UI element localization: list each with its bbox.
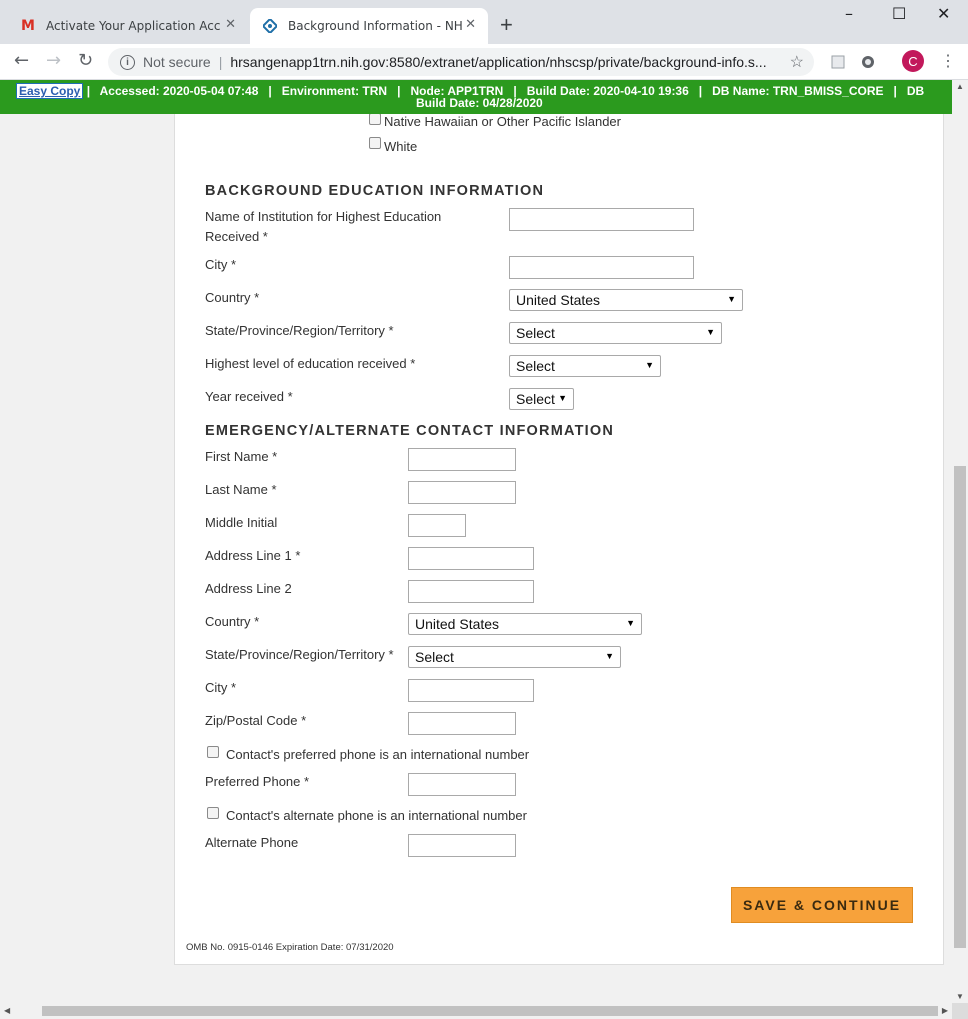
edu-year-label: Year received * xyxy=(205,389,293,404)
scroll-thumb[interactable] xyxy=(954,466,966,948)
edu-city-label: City * xyxy=(205,257,237,272)
contact-state-label: State/Province/Region/Territory * xyxy=(205,647,394,662)
emergency-heading: EMERGENCY/ALTERNATE CONTACT INFORMATION xyxy=(205,423,615,439)
edu-level-label: Highest level of education received * xyxy=(205,356,416,371)
middle-initial-input[interactable] xyxy=(408,514,466,537)
institution-input[interactable] xyxy=(509,208,694,231)
select-value: Select xyxy=(516,391,555,407)
easy-copy-link[interactable]: Easy Copy xyxy=(16,83,84,99)
dropdown-arrow-icon: ▼ xyxy=(605,651,614,661)
intl-preferred-label: Contact's preferred phone is an internat… xyxy=(226,747,530,762)
minimize-icon[interactable]: – xyxy=(845,4,853,23)
institution-label-cont: Received * xyxy=(205,229,268,244)
maximize-icon[interactable]: ☐ xyxy=(892,4,906,23)
scroll-up-icon[interactable]: ▲ xyxy=(956,82,964,91)
tab-background-info[interactable]: Background Information - NHSC ✕ xyxy=(250,8,488,44)
environment-bar: Easy Copy | Accessed: 2020-05-04 07:48 |… xyxy=(0,80,952,114)
bookmark-star-icon[interactable]: ☆ xyxy=(790,52,804,72)
institution-label: Name of Institution for Highest Educatio… xyxy=(205,209,442,224)
divider: | xyxy=(218,54,223,70)
race-option-label: White xyxy=(384,139,418,154)
select-value: United States xyxy=(415,616,500,632)
race-option-label: Native Hawaiian or Other Pacific Islande… xyxy=(384,114,621,129)
back-icon[interactable]: ← xyxy=(14,50,29,71)
zip-label: Zip/Postal Code * xyxy=(205,713,307,728)
dropdown-arrow-icon: ▼ xyxy=(626,618,635,628)
tab-title: Background Information - NHSC xyxy=(288,19,463,33)
race-checkbox-pacific-islander[interactable] xyxy=(369,113,381,125)
close-tab-icon[interactable]: ✕ xyxy=(225,17,236,32)
dropdown-arrow-icon: ▼ xyxy=(558,393,567,403)
address1-label: Address Line 1 * xyxy=(205,548,301,563)
contact-country-select[interactable]: United States ▼ xyxy=(408,613,642,635)
middle-initial-label: Middle Initial xyxy=(205,515,278,530)
edu-country-select[interactable]: United States ▼ xyxy=(509,289,743,311)
alternate-phone-input[interactable] xyxy=(408,834,516,857)
select-value: Select xyxy=(516,325,555,341)
contact-state-select[interactable]: Select ▼ xyxy=(408,646,621,668)
new-tab-icon[interactable]: + xyxy=(500,14,513,36)
preferred-phone-label: Preferred Phone * xyxy=(205,774,310,789)
edu-country-label: Country * xyxy=(205,290,260,305)
last-name-label: Last Name * xyxy=(205,482,277,497)
intl-alternate-checkbox[interactable] xyxy=(207,807,219,819)
address-bar[interactable]: i Not secure | hrsangenapp1trn.nih.gov:8… xyxy=(108,48,814,76)
security-label: Not secure xyxy=(143,54,211,70)
tab-title: Activate Your Application Accou xyxy=(46,19,221,33)
education-heading: BACKGROUND EDUCATION INFORMATION xyxy=(205,183,545,199)
zip-input[interactable] xyxy=(408,712,516,735)
edu-year-select[interactable]: Select ▼ xyxy=(509,388,574,410)
omb-notice: OMB No. 0915-0146 Expiration Date: 07/31… xyxy=(186,942,394,953)
reload-icon[interactable]: ↻ xyxy=(78,50,93,71)
horizontal-scrollbar[interactable]: ◀ ▶ xyxy=(0,1003,952,1019)
race-checkbox-white[interactable] xyxy=(369,137,381,149)
avatar[interactable]: C xyxy=(902,50,924,72)
contact-city-label: City * xyxy=(205,680,237,695)
scroll-left-icon[interactable]: ◀ xyxy=(4,1006,10,1015)
scrollbar-corner xyxy=(952,1003,968,1019)
dropdown-arrow-icon: ▼ xyxy=(727,294,736,304)
intl-alternate-label: Contact's alternate phone is an internat… xyxy=(226,808,527,823)
preferred-phone-input[interactable] xyxy=(408,773,516,796)
url-text[interactable]: hrsangenapp1trn.nih.gov:8580/extranet/ap… xyxy=(230,54,780,70)
dropdown-arrow-icon: ▼ xyxy=(645,360,654,370)
nhsc-icon xyxy=(262,18,278,34)
dropdown-arrow-icon: ▼ xyxy=(706,327,715,337)
scroll-right-icon[interactable]: ▶ xyxy=(942,1006,948,1015)
forward-icon[interactable]: → xyxy=(46,50,61,71)
address2-label: Address Line 2 xyxy=(205,581,292,596)
edu-state-select[interactable]: Select ▼ xyxy=(509,322,722,344)
alternate-phone-label: Alternate Phone xyxy=(205,835,299,850)
last-name-input[interactable] xyxy=(408,481,516,504)
tab-strip: M Activate Your Application Accou ✕ Back… xyxy=(0,0,968,44)
info-icon[interactable]: i xyxy=(120,54,135,70)
close-tab-icon[interactable]: ✕ xyxy=(465,17,476,32)
browser-toolbar: ← → ↻ i Not secure | hrsangenapp1trn.nih… xyxy=(0,44,968,80)
select-value: Select xyxy=(516,358,555,374)
extension-note-icon[interactable] xyxy=(830,54,846,70)
vertical-scrollbar[interactable]: ▲ ▼ xyxy=(952,80,968,1003)
scroll-thumb[interactable] xyxy=(42,1006,938,1016)
tab-gmail[interactable]: M Activate Your Application Accou ✕ xyxy=(8,8,248,44)
select-value: Select xyxy=(415,649,454,665)
edu-city-input[interactable] xyxy=(509,256,694,279)
select-value: United States xyxy=(516,292,601,308)
gmail-icon: M xyxy=(21,18,35,34)
page-viewport: Native Hawaiian or Other Pacific Islande… xyxy=(0,80,952,1003)
first-name-input[interactable] xyxy=(408,448,516,471)
address1-input[interactable] xyxy=(408,547,534,570)
edu-state-label: State/Province/Region/Territory * xyxy=(205,323,394,338)
extension-circle-icon[interactable] xyxy=(860,54,876,70)
scroll-down-icon[interactable]: ▼ xyxy=(956,992,964,1001)
window-close-icon[interactable]: ✕ xyxy=(937,4,950,23)
build-date-text: Build Date: 04/28/2020 xyxy=(416,96,543,110)
first-name-label: First Name * xyxy=(205,449,278,464)
menu-icon[interactable]: ⋮ xyxy=(940,51,956,71)
intl-preferred-checkbox[interactable] xyxy=(207,746,219,758)
save-continue-button[interactable]: SAVE & CONTINUE xyxy=(731,887,913,923)
edu-level-select[interactable]: Select ▼ xyxy=(509,355,661,377)
contact-city-input[interactable] xyxy=(408,679,534,702)
address2-input[interactable] xyxy=(408,580,534,603)
contact-country-label: Country * xyxy=(205,614,260,629)
